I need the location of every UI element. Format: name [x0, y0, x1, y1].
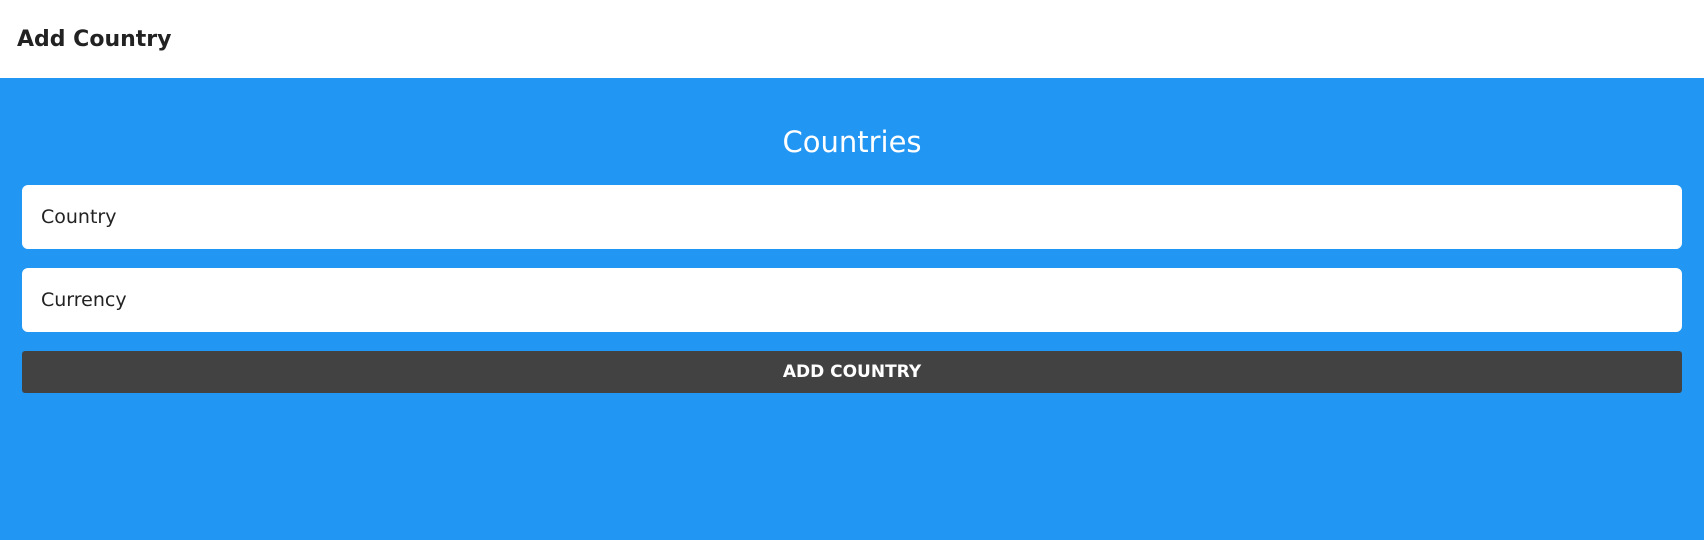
currency-field-container: [22, 268, 1682, 332]
page-heading: Countries: [782, 125, 922, 159]
country-field-container: [22, 185, 1682, 249]
currency-input[interactable]: [41, 289, 1682, 311]
country-input[interactable]: [41, 206, 1682, 228]
app-header: Add Country: [0, 0, 1704, 78]
add-country-button[interactable]: ADD COUNTRY: [22, 351, 1682, 393]
app-title: Add Country: [17, 26, 172, 52]
main-panel: Countries ADD COUNTRY: [0, 78, 1704, 540]
